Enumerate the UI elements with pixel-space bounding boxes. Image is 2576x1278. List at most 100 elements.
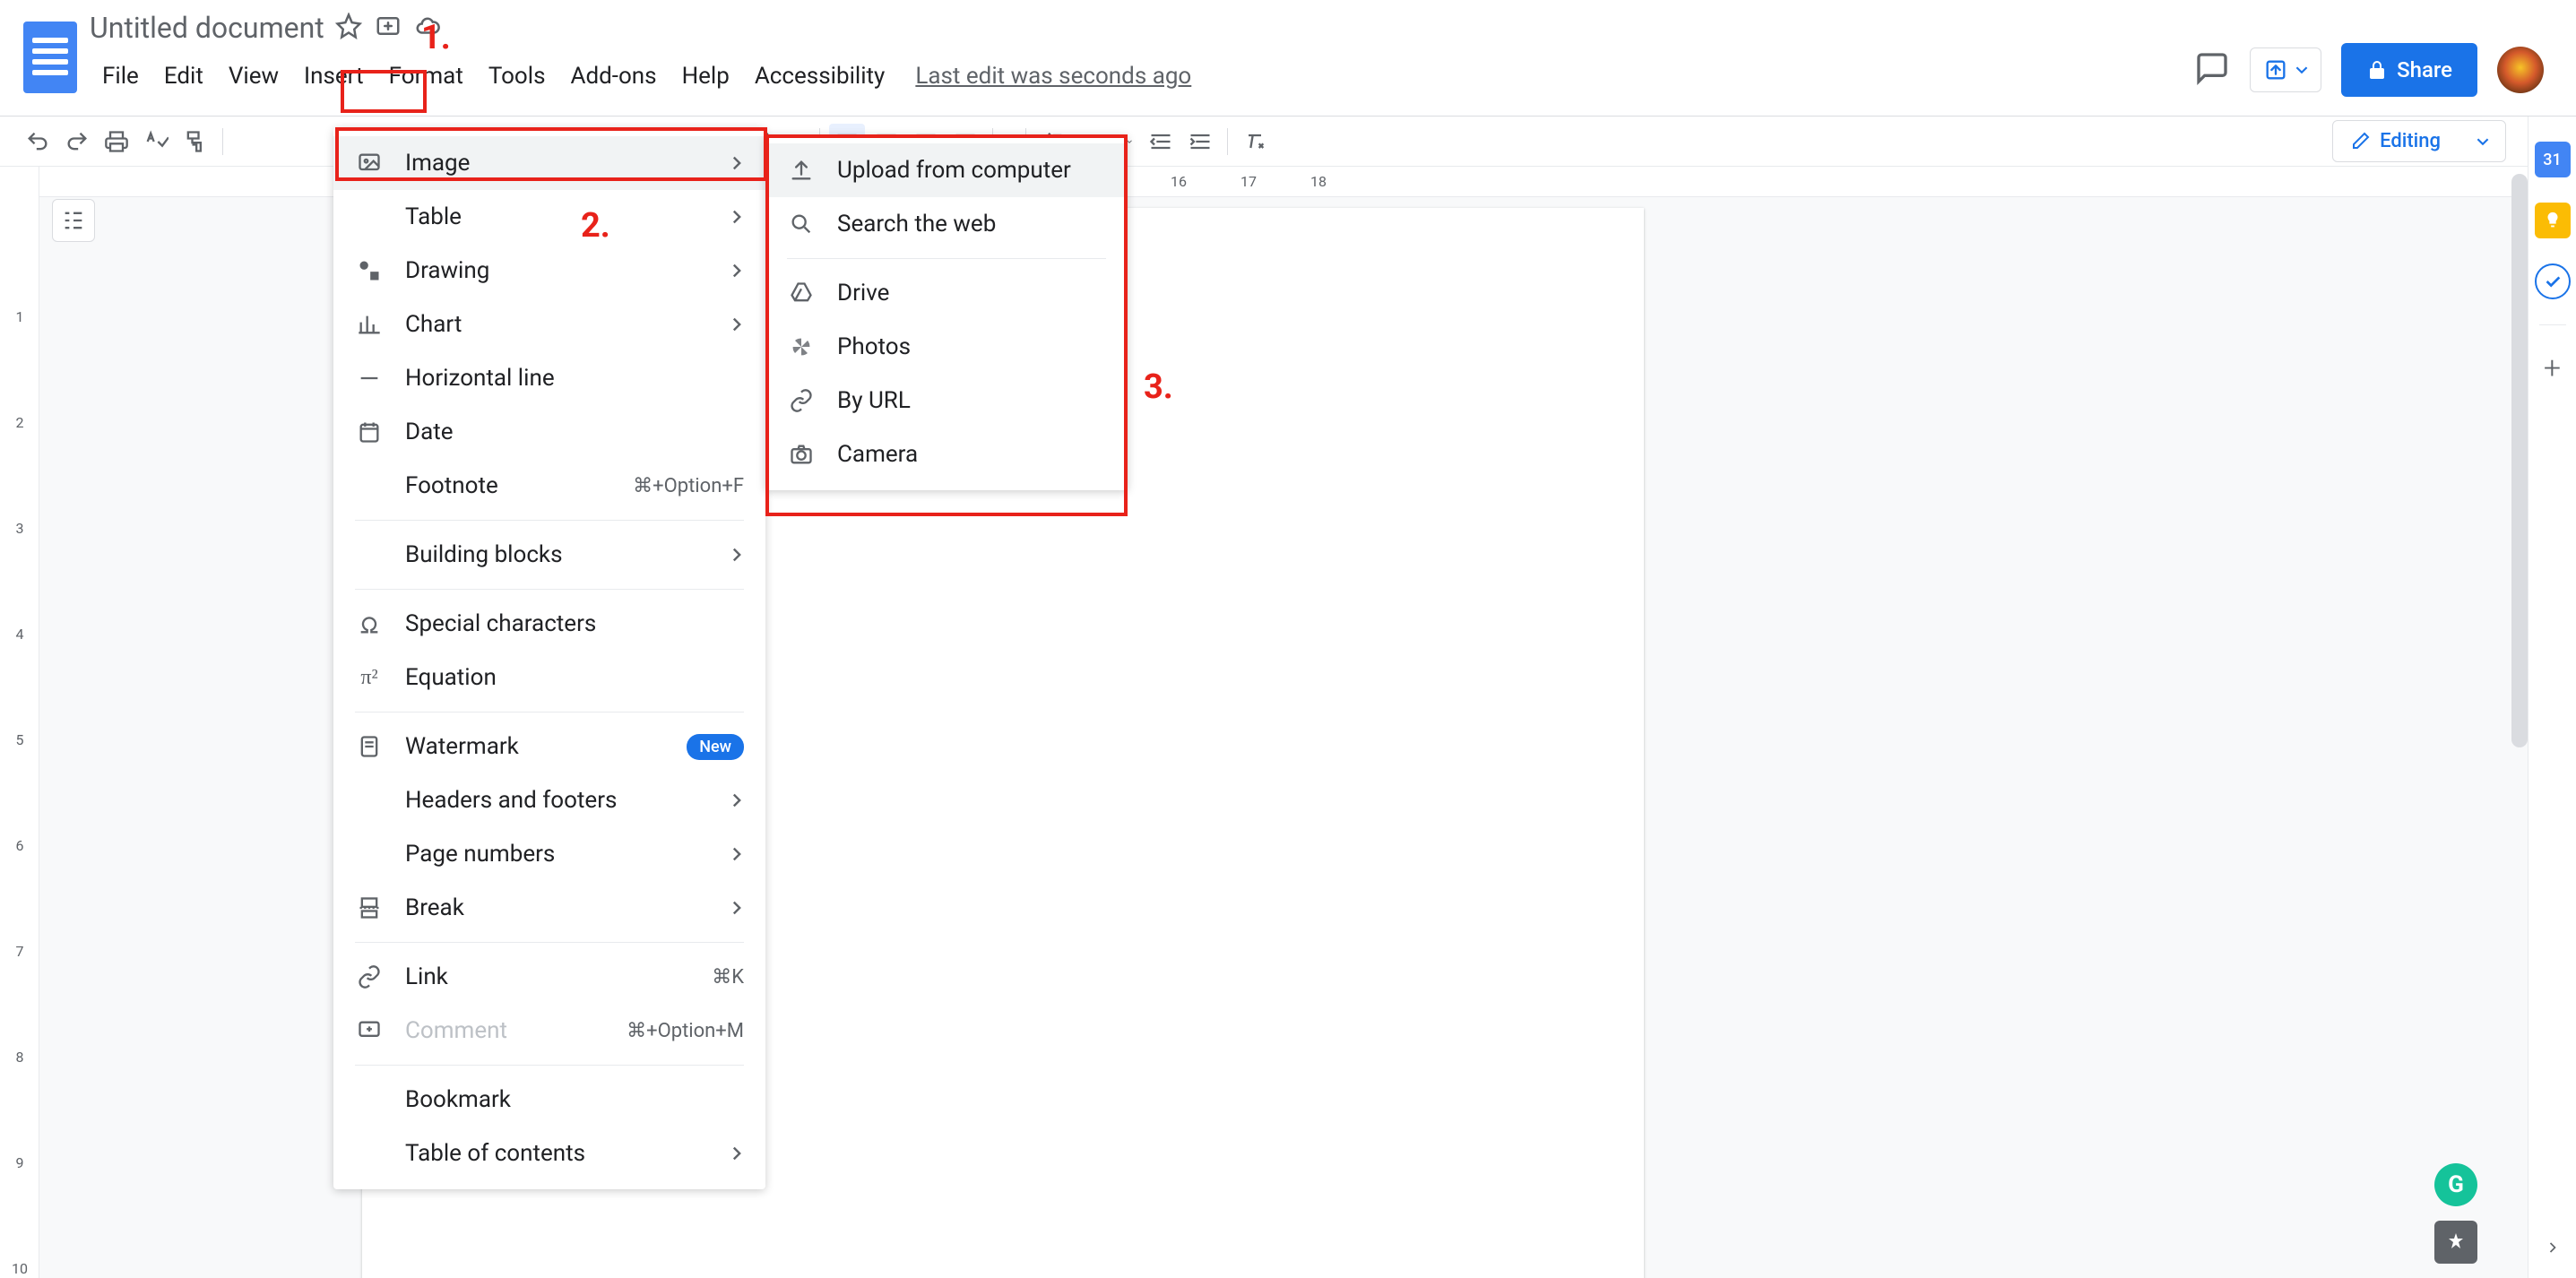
photos-icon [787, 332, 816, 361]
insert-building-blocks[interactable]: Building blocks [333, 528, 765, 582]
menu-edit[interactable]: Edit [151, 56, 216, 97]
redo-button[interactable] [59, 124, 95, 160]
menu-item-label: Chart [405, 311, 462, 338]
insert-drawing[interactable]: Drawing [333, 244, 765, 298]
last-edit-link[interactable]: Last edit was seconds ago [915, 63, 1191, 90]
menu-tools[interactable]: Tools [476, 56, 558, 97]
side-panel: 31 + [2528, 117, 2576, 1278]
image-photos[interactable]: Photos [765, 320, 1128, 374]
new-badge: New [687, 734, 744, 760]
image-submenu: Upload from computer Search the web Drive P… [765, 134, 1128, 490]
move-icon[interactable] [375, 13, 402, 43]
menu-item-label: Drive [837, 280, 889, 307]
explore-button[interactable] [2434, 1221, 2477, 1264]
upload-icon [787, 156, 816, 185]
insert-comment: Comment⌘+Option+M [333, 1004, 765, 1058]
drawing-icon [355, 256, 384, 285]
submenu-arrow-icon [730, 787, 744, 814]
calendar-icon[interactable]: 31 [2535, 142, 2571, 177]
insert-table[interactable]: Table [333, 190, 765, 244]
submenu-arrow-icon [730, 841, 744, 868]
menu-item-label: Photos [837, 333, 911, 360]
menu-item-label: By URL [837, 387, 911, 414]
insert-table-of-contents[interactable]: Table of contents [333, 1127, 765, 1180]
account-avatar[interactable] [2497, 47, 2544, 93]
cloud-status-icon[interactable] [414, 13, 441, 43]
submenu-arrow-icon [730, 203, 744, 230]
menu-view[interactable]: View [216, 56, 291, 97]
share-button[interactable]: Share [2341, 43, 2477, 97]
add-on-plus-button[interactable]: + [2544, 350, 2561, 386]
blank-icon [355, 786, 384, 815]
vertical-ruler: 12345678910 [0, 167, 39, 1278]
present-button[interactable] [2250, 47, 2321, 92]
vertical-scrollbar[interactable] [2511, 174, 2528, 1271]
blank-icon [355, 203, 384, 231]
star-icon[interactable] [335, 13, 362, 43]
docs-logo-icon[interactable] [23, 22, 77, 93]
menu-item-label: Drawing [405, 257, 489, 284]
increase-indent-button[interactable] [1182, 124, 1218, 160]
submenu-arrow-icon [730, 1140, 744, 1167]
insert-page-numbers[interactable]: Page numbers [333, 827, 765, 881]
side-panel-expand-button[interactable] [2544, 1239, 2562, 1260]
menu-add-ons[interactable]: Add-ons [558, 56, 670, 97]
menu-file[interactable]: File [90, 56, 151, 97]
insert-bookmark[interactable]: Bookmark [333, 1073, 765, 1127]
blank-icon [355, 1085, 384, 1114]
grammarly-icon[interactable]: G [2434, 1163, 2477, 1206]
menu-item-label: Image [405, 150, 470, 177]
insert-link[interactable]: Link ⌘K [333, 950, 765, 1004]
menu-item-label: Camera [837, 441, 918, 468]
blank-icon [355, 471, 384, 500]
menu-item-label: Search the web [837, 211, 996, 237]
menu-format[interactable]: Format [376, 56, 476, 97]
paint-format-button[interactable] [177, 124, 213, 160]
spellcheck-button[interactable] [138, 124, 174, 160]
keep-icon[interactable] [2535, 203, 2571, 238]
insert-date[interactable]: Date [333, 405, 765, 459]
menu-item-label: Watermark [405, 733, 519, 760]
insert-chart[interactable]: Chart [333, 298, 765, 351]
insert-watermark[interactable]: Watermark New [333, 720, 765, 773]
image-drive[interactable]: Drive [765, 266, 1128, 320]
editing-mode-button[interactable]: Editing [2332, 120, 2506, 162]
decrease-indent-button[interactable] [1143, 124, 1179, 160]
menu-item-label: Equation [405, 664, 497, 691]
undo-button[interactable] [20, 124, 56, 160]
menu-item-label: Special characters [405, 610, 596, 637]
menu-item-label: Horizontal line [405, 365, 555, 392]
insert-footnote[interactable]: Footnote⌘+Option+F [333, 459, 765, 513]
menu-help[interactable]: Help [670, 56, 742, 97]
image-upload-from-computer[interactable]: Upload from computer [765, 143, 1128, 197]
print-button[interactable] [99, 124, 134, 160]
document-title[interactable]: Untitled document [90, 11, 324, 45]
image-camera[interactable]: Camera [765, 427, 1128, 481]
menu-item-label: Footnote [405, 472, 498, 499]
image-search-the-web[interactable]: Search the web [765, 197, 1128, 251]
menu-insert[interactable]: Insert [291, 56, 376, 97]
clear-formatting-button[interactable] [1237, 124, 1273, 160]
url-icon [787, 386, 816, 415]
image-by-url[interactable]: By URL [765, 374, 1128, 427]
insert-image[interactable]: Image [333, 136, 765, 190]
break-icon [355, 894, 384, 922]
insert-break[interactable]: Break [333, 881, 765, 935]
menu-item-label: Building blocks [405, 541, 563, 568]
shortcut-label: ⌘K [712, 966, 744, 989]
menu-item-label: Comment [405, 1017, 507, 1044]
insert-headers-and-footers[interactable]: Headers and footers [333, 773, 765, 827]
blank-icon [355, 840, 384, 868]
menu-accessibility[interactable]: Accessibility [742, 56, 898, 97]
tasks-icon[interactable] [2535, 263, 2571, 299]
header: Untitled document FileEditViewInsertForm… [0, 0, 2576, 117]
menu-item-label: Table of contents [405, 1140, 585, 1167]
comment-history-button[interactable] [2194, 50, 2230, 90]
pi-icon: π² [355, 663, 384, 692]
menu-item-label: Upload from computer [837, 157, 1071, 184]
insert-horizontal-line[interactable]: Horizontal line [333, 351, 765, 405]
menu-item-label: Link [405, 963, 448, 990]
insert-special-characters[interactable]: Special characters [333, 597, 765, 651]
hr-icon [355, 364, 384, 393]
insert-equation[interactable]: π² Equation [333, 651, 765, 704]
